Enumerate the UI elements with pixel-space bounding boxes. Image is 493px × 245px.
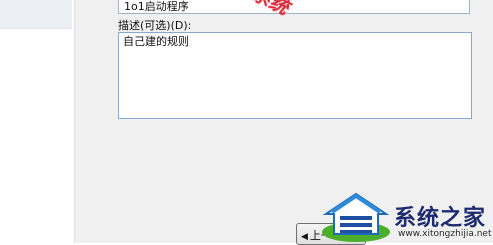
- logo-url: www.xitongzhijia.net: [398, 229, 492, 239]
- logo-text: 系统之家: [394, 206, 487, 231]
- left-nav-pane: [0, 0, 75, 243]
- back-arrow-icon: ◀: [301, 232, 308, 242]
- logo-house-icon: [322, 192, 390, 242]
- description-textarea[interactable]: 自己建的规则: [118, 32, 472, 119]
- site-logo: 系统之家 www.xitongzhijia.net: [318, 190, 493, 243]
- left-nav-selected-item[interactable]: [0, 0, 72, 29]
- description-label: 描述(可选)(D):: [118, 19, 192, 32]
